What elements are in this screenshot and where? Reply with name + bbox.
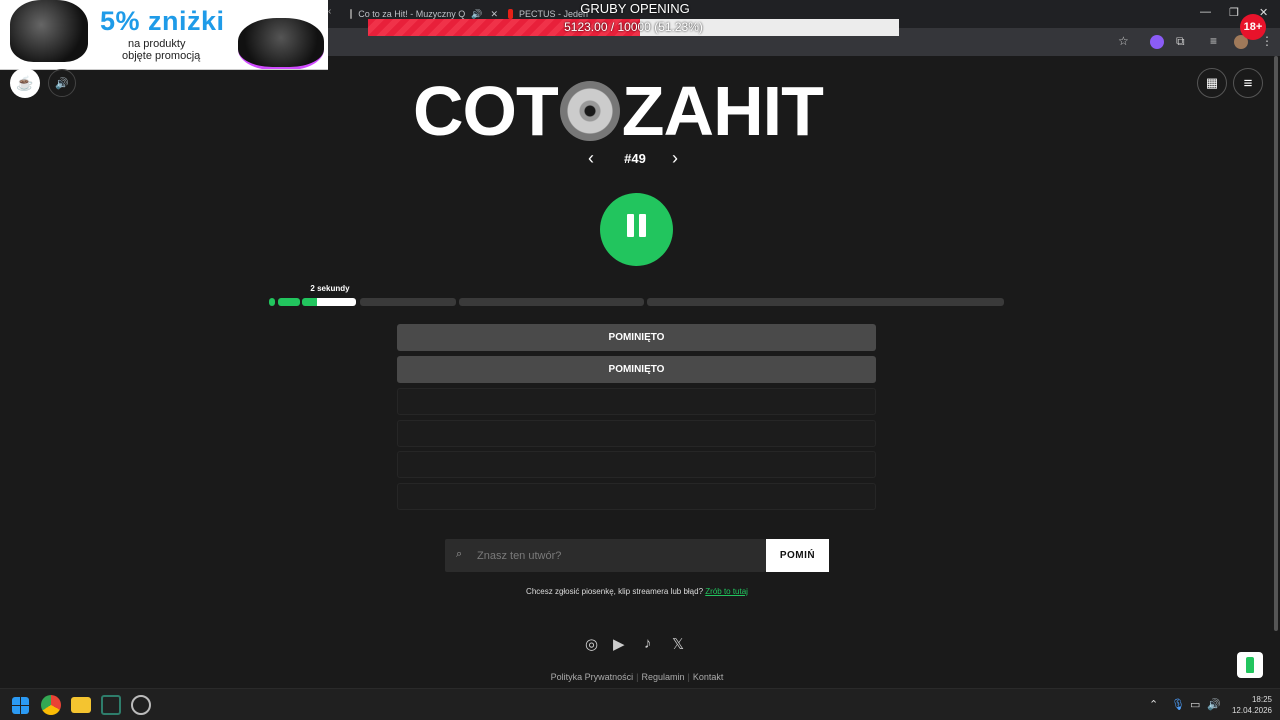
microphone-icon[interactable]: 🎙 bbox=[1171, 698, 1185, 711]
pause-button[interactable] bbox=[600, 193, 673, 266]
report-text: Chcesz zgłosić piosenkę, klip streamera … bbox=[400, 587, 874, 596]
obs-taskbar-icon[interactable] bbox=[131, 695, 151, 715]
vinyl-disc-icon bbox=[559, 81, 620, 141]
media-controls-icon[interactable]: ≡ bbox=[1210, 34, 1217, 48]
headset-image bbox=[10, 0, 88, 62]
pause-bar-right-icon bbox=[639, 214, 646, 237]
music-favicon-icon bbox=[350, 9, 353, 19]
extension-icon[interactable] bbox=[1150, 35, 1164, 49]
report-link[interactable]: Zrób to tutaj bbox=[705, 587, 748, 596]
calendar-button[interactable]: ▦ bbox=[1197, 68, 1227, 98]
network-icon[interactable]: ▭ bbox=[1190, 698, 1200, 711]
guess-row-empty bbox=[397, 483, 876, 510]
elapsed-time-label: 2 sekundy bbox=[310, 284, 350, 293]
audio-playing-icon[interactable]: 🔊 bbox=[471, 9, 482, 20]
tiktok-icon[interactable]: ♪ bbox=[644, 635, 652, 652]
minimize-icon[interactable]: — bbox=[1200, 6, 1211, 18]
restore-icon[interactable]: ❐ bbox=[1229, 6, 1239, 19]
coffee-float-icon bbox=[1246, 657, 1254, 673]
report-prompt: Chcesz zgłosić piosenkę, klip streamera … bbox=[526, 587, 704, 596]
volume-button[interactable]: 🔊 bbox=[48, 69, 76, 97]
guess-row-empty bbox=[397, 388, 876, 415]
gaming-mouse-image bbox=[238, 18, 324, 69]
terms-link[interactable]: Regulamin bbox=[641, 672, 684, 682]
ad-line-1: na produkty bbox=[128, 38, 186, 50]
goal-progress-bar: 5123.00 / 10000 (51.23%) bbox=[368, 19, 899, 36]
extensions-puzzle-icon[interactable]: ⧉ bbox=[1176, 34, 1185, 49]
menu-button[interactable]: ≡ bbox=[1233, 68, 1263, 98]
window-close-icon[interactable]: ✕ bbox=[1259, 6, 1268, 19]
song-search-box: ⌕ bbox=[445, 539, 766, 572]
search-icon: ⌕ bbox=[456, 548, 463, 560]
coffee-button[interactable]: ☕ bbox=[10, 68, 40, 98]
logo-text-right: ZAHIT bbox=[621, 72, 824, 150]
goal-progress-text: 5123.00 / 10000 (51.23%) bbox=[564, 20, 703, 34]
goal-title: GRUBY OPENING bbox=[580, 1, 690, 16]
youtube-favicon-icon bbox=[508, 9, 513, 19]
contact-link[interactable]: Kontakt bbox=[693, 672, 724, 682]
skip-button[interactable]: POMIŃ bbox=[766, 539, 829, 572]
guess-row-empty bbox=[397, 451, 876, 478]
progress-segment bbox=[360, 298, 456, 306]
clock-time: 18:25 bbox=[1251, 695, 1272, 704]
guess-row-empty bbox=[397, 420, 876, 447]
coffee-cup-icon: ☕ bbox=[16, 74, 34, 91]
tab-scroll-left-icon[interactable]: ‹ bbox=[328, 6, 331, 17]
windows-taskbar: ⌃ 🎙 ▭ 🔊 18:25 12.04.2026 bbox=[0, 688, 1280, 720]
chrome-menu-icon[interactable]: ⋮ bbox=[1261, 34, 1273, 48]
instagram-icon[interactable]: ◎ bbox=[585, 635, 598, 653]
chrome-taskbar-icon[interactable] bbox=[41, 695, 61, 715]
puzzle-number: #49 bbox=[624, 151, 646, 166]
guess-row-skipped: POMINIĘTO bbox=[397, 324, 876, 351]
page-scrollbar[interactable] bbox=[1274, 56, 1278, 631]
app-taskbar-icon[interactable] bbox=[101, 695, 121, 715]
tray-overflow-chevron-icon[interactable]: ⌃ bbox=[1149, 698, 1158, 711]
buy-coffee-float-button[interactable] bbox=[1237, 652, 1263, 678]
footer-separator: | bbox=[687, 672, 690, 682]
site-logo[interactable]: COT ZAHIT bbox=[413, 76, 863, 146]
hamburger-menu-icon: ≡ bbox=[1243, 74, 1253, 92]
file-explorer-icon[interactable] bbox=[71, 697, 91, 713]
progress-segment bbox=[647, 298, 1004, 306]
windows-start-icon[interactable] bbox=[12, 697, 29, 714]
footer-links: Polityka Prywatności | Regulamin | Kontakt bbox=[500, 672, 774, 682]
guess-row-skipped: POMINIĘTO bbox=[397, 356, 876, 383]
volume-tray-icon[interactable]: 🔊 bbox=[1207, 698, 1221, 711]
bookmark-star-icon[interactable]: ☆ bbox=[1118, 34, 1129, 48]
logo-text-left: COT bbox=[413, 72, 559, 150]
progress-segment bbox=[459, 298, 644, 306]
youtube-icon[interactable]: ▶ bbox=[613, 635, 625, 653]
promo-ad-banner: 5% zniżki na produkty objęte promocją bbox=[0, 0, 328, 70]
progress-segment bbox=[269, 298, 275, 306]
privacy-policy-link[interactable]: Polityka Prywatności bbox=[551, 672, 634, 682]
pause-bar-left-icon bbox=[627, 214, 634, 237]
progress-segment bbox=[278, 298, 300, 306]
tab-title: Co to za Hit! - Muzyczny Q bbox=[358, 9, 466, 19]
x-twitter-icon[interactable]: 𝕏 bbox=[672, 635, 684, 653]
tab-close-icon[interactable]: ✕ bbox=[490, 9, 498, 20]
progress-segment bbox=[302, 298, 356, 306]
song-search-input[interactable] bbox=[475, 539, 755, 572]
calendar-icon: ▦ bbox=[1205, 75, 1219, 90]
previous-puzzle-chevron-icon[interactable]: ‹ bbox=[588, 148, 594, 169]
system-clock[interactable]: 18:25 12.04.2026 bbox=[1222, 694, 1272, 716]
next-puzzle-chevron-icon[interactable]: › bbox=[672, 148, 678, 169]
clock-date: 12.04.2026 bbox=[1231, 706, 1272, 715]
speaker-icon: 🔊 bbox=[55, 77, 69, 90]
ad-line-2: objęte promocją bbox=[122, 50, 201, 62]
ad-discount: 5% zniżki bbox=[100, 6, 225, 36]
